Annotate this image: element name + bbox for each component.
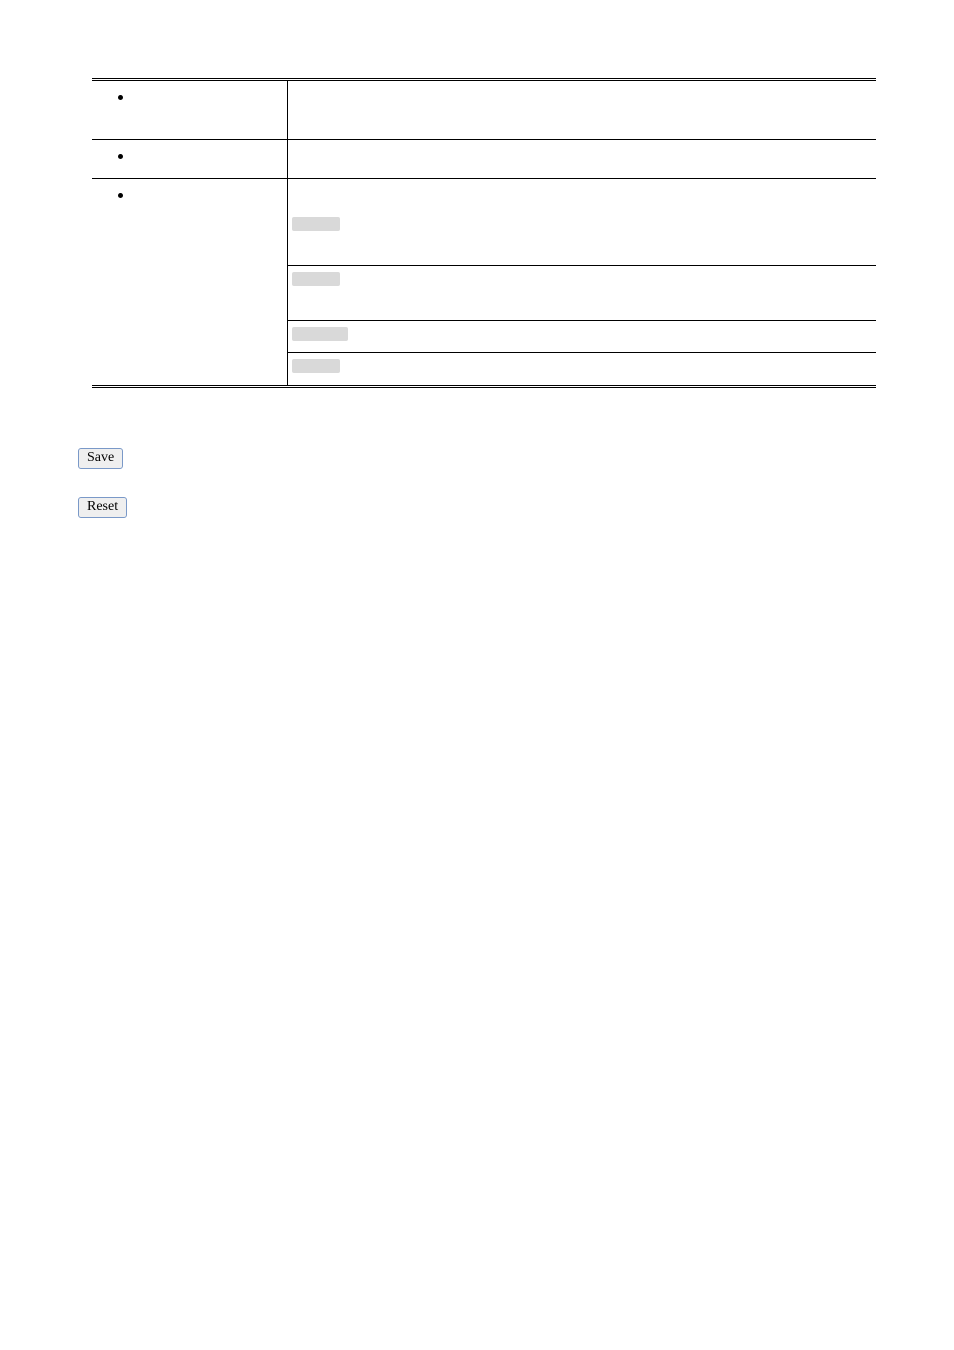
row2-label-cell bbox=[92, 140, 287, 179]
settings-table bbox=[92, 78, 876, 388]
row1-value-cell bbox=[287, 80, 876, 140]
row2-value-cell bbox=[287, 140, 876, 179]
placeholder-bar bbox=[292, 217, 340, 231]
row3-value-cell bbox=[287, 179, 876, 387]
bullet-icon bbox=[118, 193, 123, 198]
placeholder-bar bbox=[292, 327, 348, 341]
placeholder-bar bbox=[292, 359, 340, 373]
save-button[interactable]: Save bbox=[78, 448, 123, 469]
reset-button[interactable]: Reset bbox=[78, 497, 127, 518]
row1-label-cell bbox=[92, 80, 287, 140]
row3-label-cell bbox=[92, 179, 287, 387]
bullet-icon bbox=[118, 95, 123, 100]
row3-subtable bbox=[288, 211, 877, 384]
placeholder-bar bbox=[292, 272, 340, 286]
bullet-icon bbox=[118, 154, 123, 159]
